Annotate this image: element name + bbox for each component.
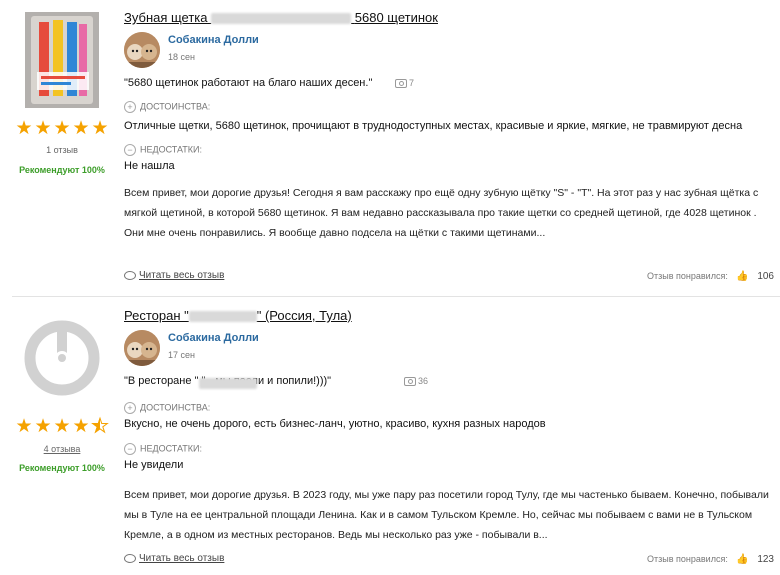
redacted-text [188, 311, 257, 323]
star-icon: ★ [34, 416, 52, 437]
likes-count: 123 [757, 554, 774, 565]
camera-icon [404, 377, 416, 387]
plus-circle-icon: + [124, 101, 136, 113]
author-name[interactable]: Собакина Долли [168, 34, 259, 46]
plus-circle-icon: + [124, 402, 136, 414]
minus-circle-icon: − [124, 443, 136, 455]
author-name[interactable]: Собакина Долли [168, 332, 259, 344]
redacted-text [211, 13, 352, 25]
product-column: ★ ★ ★ ★ ★ 4 отзыва Рекомендуют 100% [12, 298, 112, 498]
pros-text: Вкусно, не очень дорого, есть бизнес-лан… [124, 418, 546, 430]
read-more-link[interactable]: Читать весь отзыв [124, 553, 224, 564]
cons-text: Не увидели [124, 459, 184, 471]
pros-label: + ДОСТОИНСТВА: [124, 101, 210, 113]
review-card: ★ ★ ★ ★ ★ 1 отзыв Рекомендуют 100% Зубная ще… [0, 0, 780, 296]
photo-count[interactable]: 7 [395, 78, 414, 89]
review-main: Ресторан " " (Россия, Тула) Собакина Долл… [124, 298, 774, 575]
star-half-icon: ★ [91, 416, 109, 437]
star-icon: ★ [72, 416, 90, 437]
photo-count[interactable]: 36 [404, 376, 428, 387]
review-card: ★ ★ ★ ★ ★ 4 отзыва Рекомендуют 100% Ресторан… [0, 298, 780, 575]
reviews-count: 1 отзыв [46, 145, 78, 155]
eye-icon [124, 270, 136, 280]
review-body: Всем привет, мои дорогие друзья! Сегодня… [124, 187, 759, 239]
star-icon: ★ [53, 416, 71, 437]
reviews-count-link[interactable]: 4 отзыва [12, 444, 112, 454]
star-icon: ★ [72, 118, 90, 139]
star-icon: ★ [15, 416, 33, 437]
thumbs-up-icon[interactable]: 👍 [736, 271, 748, 282]
read-more-link[interactable]: Читать весь отзыв [124, 270, 224, 281]
review-date: 18 сен [168, 52, 195, 62]
likes-count: 106 [757, 271, 774, 282]
recommend-rate: Рекомендуют 100% [19, 165, 105, 175]
thumbs-up-icon[interactable]: 👍 [736, 554, 748, 565]
likes-area: Отзыв понравился: 👍 123 [647, 554, 774, 565]
pros-label: + ДОСТОИНСТВА: [124, 402, 210, 414]
cons-text: Не нашла [124, 160, 175, 172]
minus-circle-icon: − [124, 144, 136, 156]
star-icon: ★ [34, 118, 52, 139]
star-icon: ★ [91, 118, 109, 139]
cons-label: − НЕДОСТАТКИ: [124, 443, 202, 455]
review-date: 17 сен [168, 350, 195, 360]
product-image[interactable] [25, 12, 99, 108]
star-icon: ★ [53, 118, 71, 139]
eye-icon [124, 553, 136, 563]
pros-text: Отличные щетки, 5680 щетинок, прочищают … [124, 120, 743, 132]
rating-stars: ★ ★ ★ ★ ★ [12, 416, 112, 437]
likes-area: Отзыв понравился: 👍 106 [647, 271, 774, 282]
review-title-link[interactable]: Ресторан " " (Россия, Тула) [124, 308, 352, 323]
star-icon: ★ [15, 118, 33, 139]
rating-stars: ★ ★ ★ ★ ★ [12, 118, 112, 139]
camera-icon [395, 79, 407, 89]
recommend-rate: Рекомендуют 100% [19, 463, 105, 473]
avatar[interactable] [124, 32, 160, 68]
review-main: Зубная щетка 5680 щетинок Собакина Долли… [124, 0, 774, 296]
review-body: Всем привет, мои дорогие друзья. В 2023 … [124, 489, 769, 541]
review-quote: "5680 щетинок работают на благо наших де… [124, 77, 373, 89]
review-title-link[interactable]: Зубная щетка 5680 щетинок [124, 10, 438, 25]
product-column: ★ ★ ★ ★ ★ 1 отзыв Рекомендуют 100% [12, 0, 112, 200]
avatar[interactable] [124, 330, 160, 366]
divider [12, 296, 780, 297]
cons-label: − НЕДОСТАТКИ: [124, 144, 202, 156]
redacted-text [199, 378, 257, 389]
placeholder-logo-icon [24, 320, 100, 396]
